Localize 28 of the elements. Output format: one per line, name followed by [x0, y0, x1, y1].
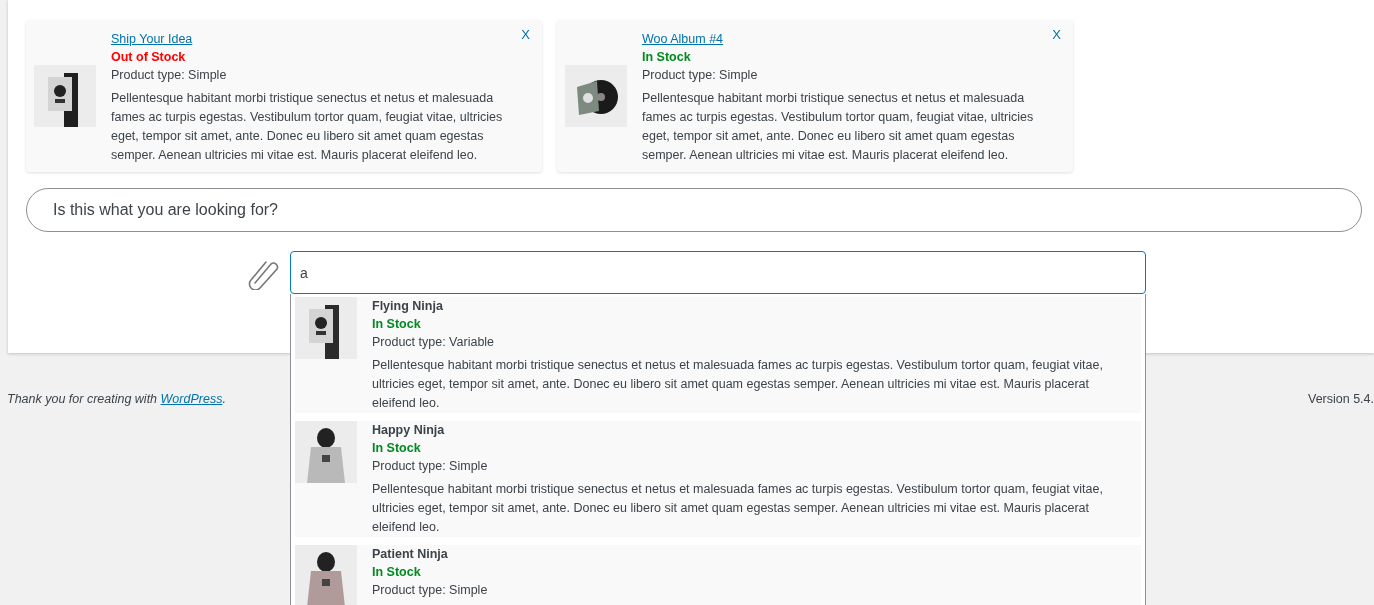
product-description: Pellentesque habitant morbi tristique senectus et netus et malesuada fames ac turpis egestas. Vestibulum tortor quam, feugiat vitae, ultricies eget, tempor sit amet, ante. Donec eu libero sit amet quam egestas semper. Aenean ultricies mi vitae est. Mauris placerat eleifend leo.	[642, 90, 1035, 164]
product-link[interactable]: Woo Album #4	[642, 30, 1045, 48]
product-type: Product type: Variable	[372, 334, 496, 351]
stock-status: In Stock	[372, 440, 422, 457]
stock-status: Out of Stock	[111, 49, 187, 66]
close-button[interactable]: X	[521, 26, 530, 44]
product-link[interactable]: Ship Your Idea	[111, 30, 514, 48]
stock-status: In Stock	[642, 49, 692, 66]
product-type: Product type: Simple	[372, 458, 489, 475]
message-text: Is this what you are looking for?	[53, 200, 278, 220]
product-description: Pellentesque habitant morbi tristique senectus et netus et malesuada fames ac turpis egestas. Vestibulum tortor quam, feugiat vitae, ultricies eget, tempor sit amet, ante. Donec eu libero sit amet quam egestas semper. Aenean ultricies mi vitae est. Mauris placerat eleifend leo.	[372, 357, 1104, 412]
version-text: Version 5.4.	[1308, 391, 1374, 408]
product-type: Product type: Simple	[642, 67, 759, 84]
product-description: Pellentesque habitant morbi tristique senectus et netus et malesuada fames ac turpis egestas. Vestibulum tortor quam, feugiat vitae, ultricies eget, tempor sit amet, ante. Donec eu libero sit amet quam egestas semper. Aenean ultricies mi vitae est. Mauris placerat eleifend leo.	[372, 481, 1104, 536]
suggestion-item[interactable]	[295, 421, 1141, 537]
suggestion-item[interactable]	[295, 297, 1141, 413]
stock-status: In Stock	[372, 316, 422, 333]
suggestion-item[interactable]: Patient Ninja In Stock Product type: Simple	[295, 545, 1141, 605]
product-title: Happy Ninja	[372, 422, 446, 439]
product-title: Flying Ninja	[372, 298, 444, 315]
close-button[interactable]: X	[1052, 26, 1061, 44]
product-type: Product type: Simple	[111, 67, 228, 84]
product-title: Patient Ninja	[372, 546, 449, 563]
stock-status: In Stock	[372, 564, 422, 581]
search-field[interactable]: a	[290, 251, 1146, 294]
product-description: Pellentesque habitant morbi tristique senectus et netus et malesuada fames ac turpis egestas. Vestibulum tortor quam, feugiat vitae, ultricies eget, tempor sit amet, ante. Donec eu libero sit amet quam egestas semper. Aenean ultricies mi vitae est. Mauris placerat eleifend leo.	[111, 90, 504, 164]
product-type: Product type: Simple	[372, 582, 488, 599]
footer-credit: Thank you for creating with WordPress.	[7, 391, 226, 408]
